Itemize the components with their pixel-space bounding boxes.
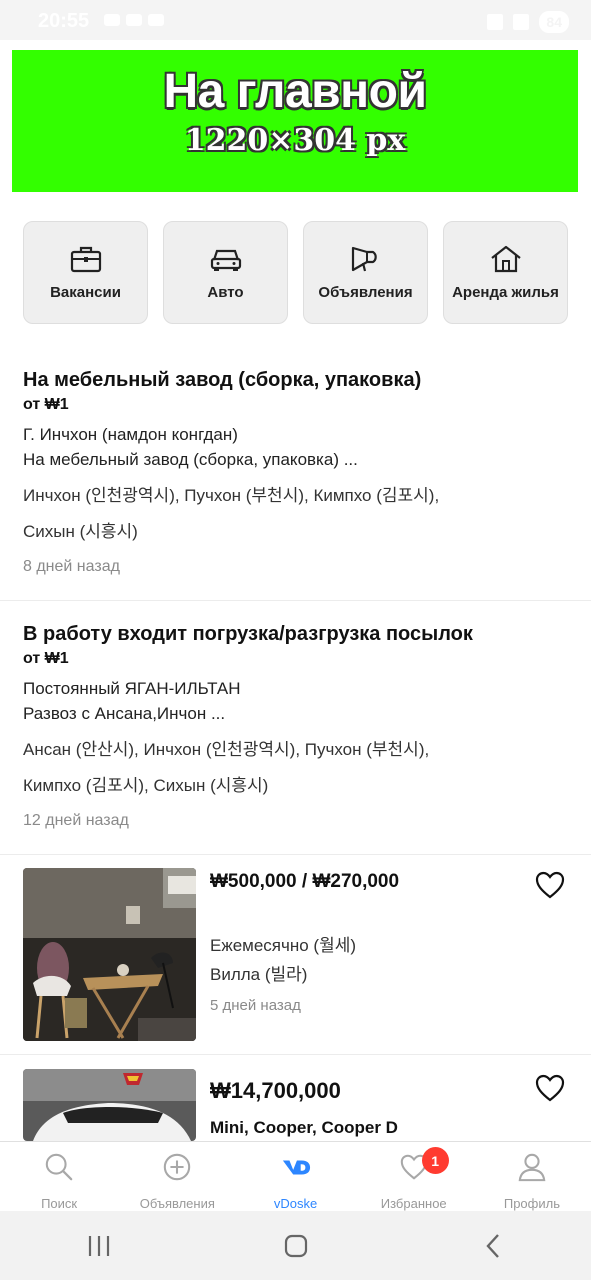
recent-apps-button[interactable] (79, 1226, 119, 1266)
nav-vdoske[interactable]: vDoske (236, 1142, 354, 1211)
youtube-icon (126, 14, 142, 26)
favorites-badge: 1 (421, 1147, 449, 1174)
nav-label: vDoske (273, 1196, 318, 1211)
battery-indicator: 84 (539, 11, 569, 33)
post-desc-line: На мебельный завод (сборка, упаковка) ..… (23, 450, 358, 469)
listing-property-type: Вилла (빌라) (210, 965, 308, 984)
nav-label: Профиль (503, 1196, 560, 1211)
system-icons: 84 (487, 11, 569, 33)
job-post[interactable]: На мебельный завод (сборка, упаковка) от… (0, 366, 591, 601)
listing-info: ₩500,000 / ₩270,000 Ежемесячно (월세) Вилл… (210, 871, 399, 1014)
post-description: Постоянный ЯГАН-ИЛЬТАН Развоз с Ансана,И… (23, 676, 568, 726)
status-bar: 20:55 84 (0, 0, 591, 40)
rent-listing-card[interactable]: ₩500,000 / ₩270,000 Ежемесячно (월세) Вилл… (0, 855, 591, 1055)
back-button[interactable] (473, 1226, 513, 1266)
post-location-line: Инчхон (인천광역시), Пучхон (부천시), Кимпхо (김포… (23, 486, 440, 505)
post-location-line: Кимпхо (김포시), Сихын (시흥시) (23, 776, 269, 795)
category-row: Вакансии Авто Объявления Аренда жилья (23, 221, 568, 324)
post-location-line: Ансан (안산시), Инчхон (인천광역시), Пучхон (부천시… (23, 740, 430, 759)
nav-label: Объявления (139, 1196, 215, 1211)
wifi-icon (487, 14, 504, 30)
bottom-navigation: Поиск Объявления vDoske 1 Избранное Проф… (0, 1141, 591, 1211)
briefcase-icon (70, 246, 101, 273)
gallery-icon (148, 14, 164, 26)
post-desc-line: Развоз с Ансана,Инчон ... (23, 704, 226, 723)
megaphone-icon (351, 246, 377, 272)
category-label: Вакансии (50, 284, 121, 301)
favorite-heart-icon[interactable] (535, 1074, 565, 1102)
home-icon (284, 1234, 307, 1257)
system-navigation-bar (0, 1211, 591, 1280)
listing-photo (23, 1069, 196, 1141)
plus-circle-icon (164, 1153, 191, 1181)
listing-info: ₩14,700,000 Mini, Cooper, Cooper D (210, 1078, 398, 1138)
nav-label: Поиск (41, 1196, 78, 1211)
category-label: Объявления (318, 284, 413, 301)
nav-search[interactable]: Поиск (0, 1142, 118, 1211)
category-label: Авто (207, 284, 244, 301)
listing-photo (23, 868, 196, 1041)
signal-icon (513, 14, 530, 30)
banner-subtitle: 1220×304 px (184, 123, 406, 158)
car-listing-card[interactable]: ₩14,700,000 Mini, Cooper, Cooper D (0, 1056, 591, 1146)
nav-ads[interactable]: Объявления (118, 1142, 236, 1211)
home-button[interactable] (276, 1226, 316, 1266)
listing-time: 5 дней назад (210, 997, 301, 1014)
category-rent[interactable]: Аренда жилья (443, 221, 568, 324)
post-time: 12 дней назад (23, 812, 129, 829)
home-banner[interactable]: На главной 1220×304 px (12, 50, 578, 192)
listing-price: ₩14,700,000 (210, 1078, 341, 1103)
recent-apps-icon (88, 1235, 109, 1256)
status-time: 20:55 (38, 10, 90, 32)
back-icon (485, 1233, 499, 1258)
vdoske-logo-icon (282, 1160, 310, 1175)
car-icon (210, 249, 241, 271)
nav-favorites[interactable]: 1 Избранное (355, 1142, 473, 1211)
post-location-line: Сихын (시흥시) (23, 522, 138, 541)
post-locations: Инчхон (인천광역시), Пучхон (부천시), Кимпхо (김포… (23, 478, 568, 550)
post-price: от ₩1 (23, 650, 69, 667)
post-price: от ₩1 (23, 396, 69, 413)
post-description: Г. Инчхон (намдон конгдан) На мебельный … (23, 422, 568, 472)
post-desc-line: Г. Инчхон (намдон конгдан) (23, 425, 238, 444)
category-auto[interactable]: Авто (163, 221, 288, 324)
post-title: В работу входит погрузка/разгрузка посыл… (23, 623, 473, 645)
nav-profile[interactable]: Профиль (473, 1142, 591, 1211)
job-post[interactable]: В работу входит погрузка/разгрузка посыл… (0, 620, 591, 855)
listing-price: ₩500,000 / ₩270,000 (210, 871, 400, 892)
category-ads[interactable]: Объявления (303, 221, 428, 324)
listing-title: Mini, Cooper, Cooper D (210, 1118, 398, 1137)
category-jobs[interactable]: Вакансии (23, 221, 148, 324)
post-desc-line: Постоянный ЯГАН-ИЛЬТАН (23, 679, 241, 698)
favorite-heart-icon[interactable] (535, 871, 565, 899)
post-time: 8 дней назад (23, 558, 120, 575)
listing-payment-type: Ежемесячно (월세) (210, 936, 357, 955)
house-icon (490, 245, 521, 273)
category-label: Аренда жилья (452, 284, 559, 301)
nav-label: Избранное (380, 1196, 447, 1211)
post-locations: Ансан (안산시), Инчхон (인천광역시), Пучхон (부천시… (23, 732, 568, 804)
post-title: На мебельный завод (сборка, упаковка) (23, 369, 422, 391)
search-icon (45, 1153, 73, 1181)
chat-icon (104, 14, 120, 26)
notification-icons (104, 14, 164, 26)
banner-title: На главной (163, 65, 427, 118)
person-icon (518, 1153, 546, 1182)
